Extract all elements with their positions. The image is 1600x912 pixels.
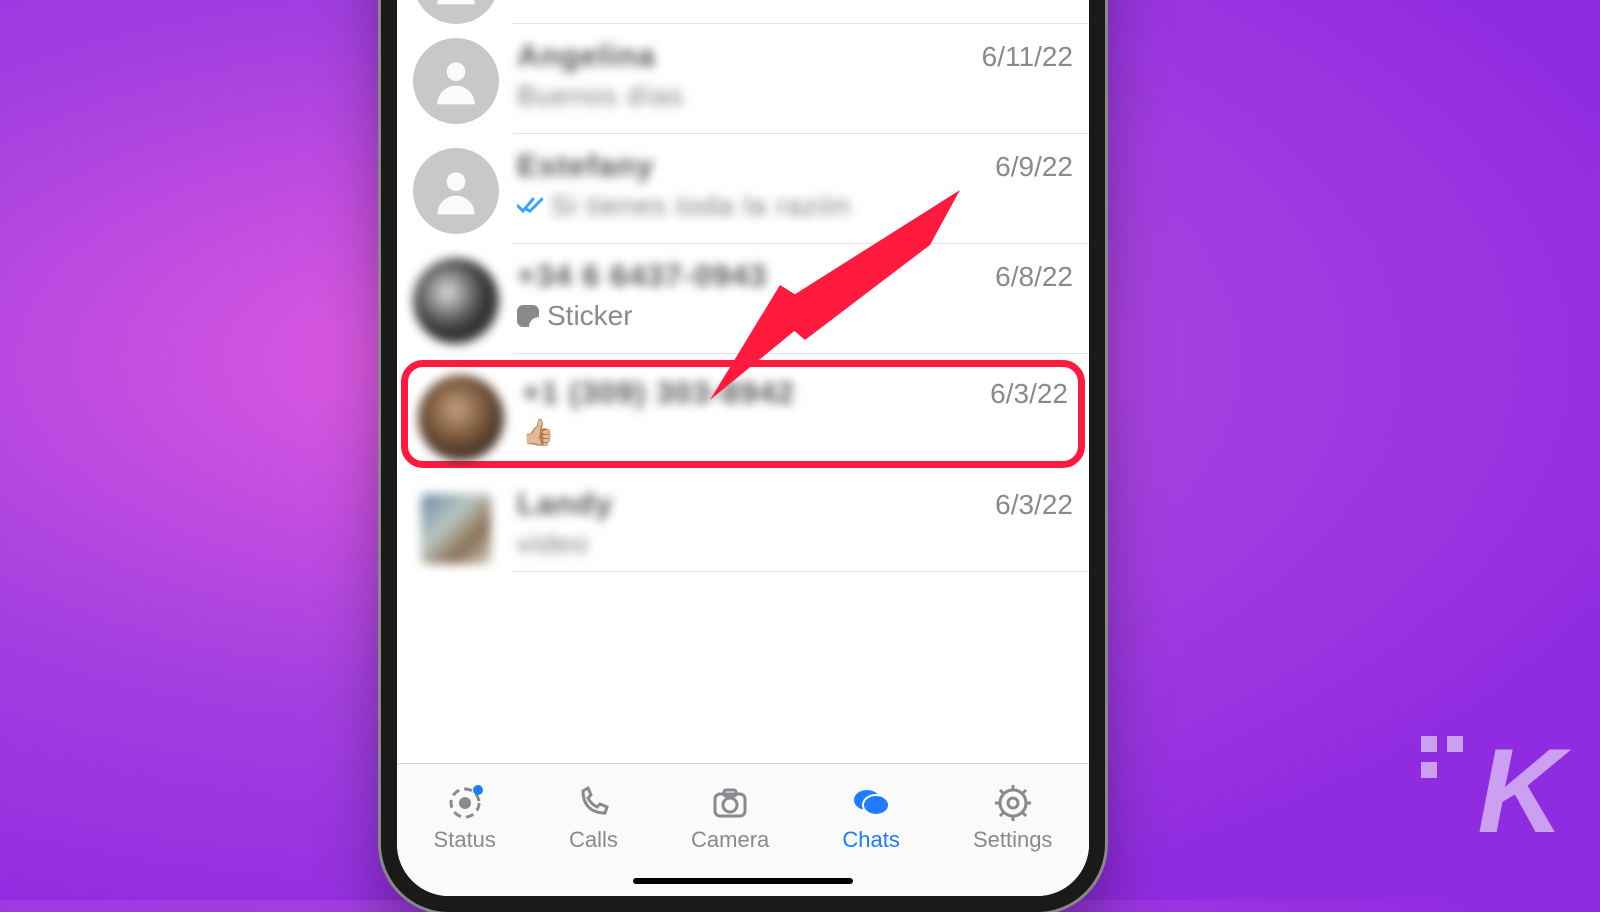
chats-icon	[851, 783, 891, 823]
chat-row[interactable]: Landy 6/3/22 video	[397, 472, 1089, 572]
chat-name: Angelina	[517, 38, 656, 74]
chat-name: Landy	[517, 486, 613, 522]
tab-label: Chats	[842, 827, 899, 853]
chat-list[interactable]: Angelina 6/11/22 Buenos días Estefany	[397, 0, 1089, 763]
tab-status[interactable]: Status	[434, 783, 496, 853]
tab-label: Camera	[691, 827, 769, 853]
avatar-placeholder	[413, 38, 499, 124]
chat-date: 6/3/22	[985, 489, 1073, 521]
status-icon	[445, 783, 485, 823]
chat-row[interactable]	[397, 0, 1089, 24]
chat-date: 6/3/22	[980, 378, 1068, 410]
chat-preview: 👍🏼	[522, 417, 554, 448]
chat-preview: video	[517, 528, 589, 560]
chat-name: +1 (309) 303-8942	[522, 375, 795, 411]
status-dot-icon	[473, 785, 483, 795]
tab-label: Settings	[973, 827, 1053, 853]
avatar-placeholder	[413, 148, 499, 234]
tab-calls[interactable]: Calls	[569, 783, 618, 853]
camera-icon	[710, 783, 750, 823]
chat-row[interactable]: Angelina 6/11/22 Buenos días	[397, 24, 1089, 134]
sticker-icon	[517, 305, 539, 327]
chat-row[interactable]: Estefany 6/9/22 Si tienes toda la razón	[397, 134, 1089, 244]
chat-row-highlighted[interactable]: +1 (309) 303-8942 6/3/22 👍🏼	[401, 360, 1085, 468]
chat-name: Estefany	[517, 148, 654, 184]
chat-preview: Si tienes toda la razón	[551, 190, 851, 222]
app-screen: Angelina 6/11/22 Buenos días Estefany	[397, 0, 1089, 896]
tab-label: Status	[434, 827, 496, 853]
chat-row[interactable]: +34 6 6437-0943 6/8/22 Sticker	[397, 244, 1089, 354]
watermark-logo: K	[1477, 722, 1560, 860]
tab-label: Calls	[569, 827, 618, 853]
phone-frame: Angelina 6/11/22 Buenos días Estefany	[381, 0, 1105, 912]
avatar-thumbnail	[421, 494, 491, 564]
home-indicator[interactable]	[633, 878, 853, 884]
read-receipt-icon	[517, 197, 543, 215]
gear-icon	[993, 783, 1033, 823]
chat-date: 6/11/22	[972, 41, 1073, 73]
tab-bar: Status Calls Camera Chats	[397, 763, 1089, 896]
chat-preview: Sticker	[547, 300, 633, 332]
chat-date: 6/9/22	[985, 151, 1073, 183]
tab-camera[interactable]: Camera	[691, 783, 769, 853]
phone-icon	[573, 783, 613, 823]
avatar-photo	[413, 258, 499, 344]
avatar-placeholder	[413, 0, 499, 24]
tab-chats[interactable]: Chats	[842, 783, 899, 853]
chat-name: +34 6 6437-0943	[517, 258, 767, 294]
chat-preview: Buenos días	[517, 80, 684, 112]
avatar-photo	[418, 375, 504, 461]
tab-settings[interactable]: Settings	[973, 783, 1053, 853]
chat-date: 6/8/22	[985, 261, 1073, 293]
